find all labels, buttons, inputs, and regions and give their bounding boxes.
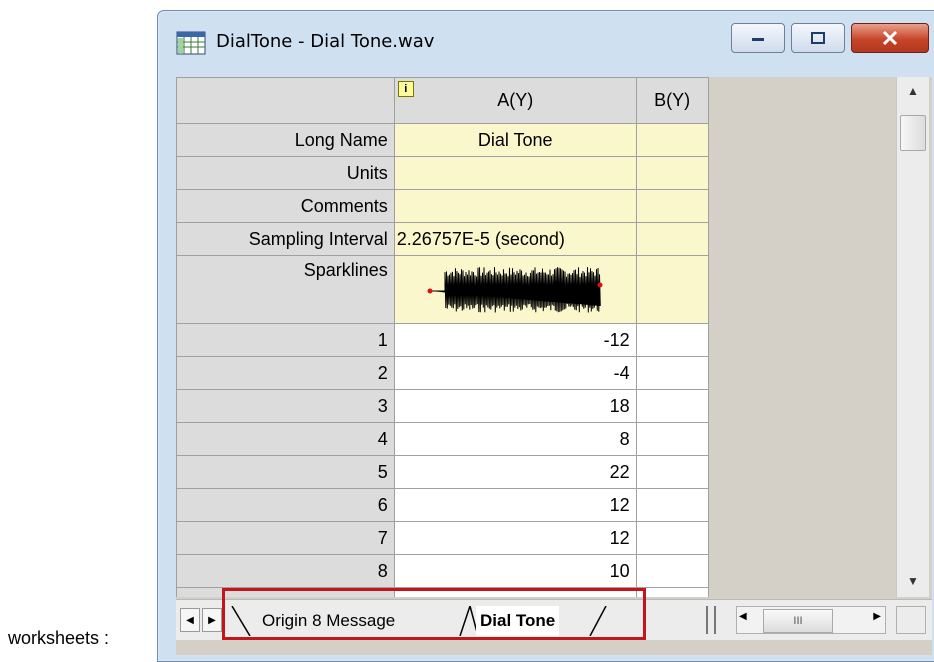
cell-long-name-a[interactable]: Dial Tone bbox=[393, 123, 637, 157]
cell-b-2[interactable] bbox=[635, 356, 709, 390]
row-header-7[interactable]: 7 bbox=[176, 521, 395, 555]
worksheet-grid: i A(Y) B(Y) Long Name Dial Tone Units Co… bbox=[176, 77, 894, 597]
cell-a-8[interactable]: 10 bbox=[393, 554, 637, 588]
window-title: DialTone - Dial Tone.wav bbox=[216, 31, 435, 52]
cell-comments-b[interactable] bbox=[635, 189, 709, 223]
row-header-5[interactable]: 5 bbox=[176, 455, 395, 489]
splitter-handle[interactable] bbox=[706, 606, 716, 634]
minimize-icon bbox=[752, 38, 764, 41]
empty-area bbox=[708, 77, 894, 124]
corner-header[interactable] bbox=[176, 77, 395, 124]
cell-b-4[interactable] bbox=[635, 422, 709, 456]
cell-b-5[interactable] bbox=[635, 455, 709, 489]
close-button[interactable] bbox=[851, 23, 929, 53]
row-header-2[interactable]: 2 bbox=[176, 356, 395, 390]
row-header-4[interactable]: 4 bbox=[176, 422, 395, 456]
title-bar[interactable]: DialTone - Dial Tone.wav bbox=[158, 11, 934, 71]
sparkline-waveform bbox=[427, 267, 603, 313]
cell-b-6[interactable] bbox=[635, 488, 709, 522]
row-header-3[interactable]: 3 bbox=[176, 389, 395, 423]
cell-units-a[interactable] bbox=[393, 156, 637, 190]
worksheets-caption: worksheets : bbox=[8, 628, 110, 648]
close-icon bbox=[882, 30, 898, 46]
row-header-1[interactable]: 1 bbox=[176, 323, 395, 357]
maximize-icon bbox=[811, 32, 825, 44]
vertical-scroll-thumb[interactable] bbox=[900, 115, 926, 151]
row-label-sampling-interval[interactable]: Sampling Interval bbox=[176, 222, 395, 256]
cell-b-9[interactable] bbox=[635, 587, 709, 597]
column-header-b-label: B(Y) bbox=[654, 90, 691, 110]
cell-comments-a[interactable] bbox=[393, 189, 637, 223]
cell-b-8[interactable] bbox=[635, 554, 709, 588]
tab-scroll-left-icon[interactable]: ◀ bbox=[180, 608, 200, 632]
cell-a-2[interactable]: -4 bbox=[393, 356, 637, 390]
cell-a-4[interactable]: 8 bbox=[393, 422, 637, 456]
cell-b-3[interactable] bbox=[635, 389, 709, 423]
row-header-8[interactable]: 8 bbox=[176, 554, 395, 588]
worksheet-window: DialTone - Dial Tone.wav i A(Y) B(Y) Lon… bbox=[157, 10, 934, 662]
horizontal-scrollbar[interactable]: ◀ III ▶ bbox=[736, 606, 886, 634]
cell-a-7[interactable]: 12 bbox=[393, 521, 637, 555]
cell-long-name-b[interactable] bbox=[635, 123, 709, 157]
column-header-a-label: A(Y) bbox=[497, 90, 534, 110]
cell-b-7[interactable] bbox=[635, 521, 709, 555]
row-label-units[interactable]: Units bbox=[176, 156, 395, 190]
cell-sampling-interval-a[interactable]: 2.26757E-5 (second) bbox=[393, 222, 637, 256]
cell-b-1[interactable] bbox=[635, 323, 709, 357]
row-label-sparklines[interactable]: Sparklines bbox=[176, 255, 395, 324]
vertical-scrollbar[interactable]: ▲ ▼ bbox=[896, 77, 929, 597]
scroll-right-arrow-icon[interactable]: ▶ bbox=[873, 611, 881, 622]
column-header-b[interactable]: B(Y) bbox=[635, 77, 709, 124]
cell-a-6[interactable]: 12 bbox=[393, 488, 637, 522]
scroll-up-arrow-icon[interactable]: ▲ bbox=[897, 77, 929, 105]
row-header-6[interactable]: 6 bbox=[176, 488, 395, 522]
cell-sparkline-b[interactable] bbox=[635, 255, 709, 324]
worksheet-grid-icon bbox=[176, 31, 206, 55]
column-header-a[interactable]: i A(Y) bbox=[393, 77, 637, 124]
cell-units-b[interactable] bbox=[635, 156, 709, 190]
cell-sparkline-a[interactable] bbox=[393, 255, 637, 324]
tab-scroll-right-icon[interactable]: ▶ bbox=[202, 608, 222, 632]
row-label-comments[interactable]: Comments bbox=[176, 189, 395, 223]
cell-a-1[interactable]: -12 bbox=[393, 323, 637, 357]
scroll-left-arrow-icon[interactable]: ◀ bbox=[739, 611, 747, 622]
scroll-down-arrow-icon[interactable]: ▼ bbox=[897, 567, 929, 595]
worksheet-client: i A(Y) B(Y) Long Name Dial Tone Units Co… bbox=[176, 77, 932, 655]
minimize-button[interactable] bbox=[731, 23, 785, 53]
horizontal-scroll-thumb[interactable]: III bbox=[763, 609, 833, 633]
cell-a-5[interactable]: 22 bbox=[393, 455, 637, 489]
worksheet-table: i A(Y) B(Y) Long Name Dial Tone Units Co… bbox=[176, 77, 894, 597]
maximize-button[interactable] bbox=[791, 23, 845, 53]
resize-grip-icon[interactable] bbox=[896, 606, 926, 634]
tabs-highlight-box bbox=[222, 588, 646, 640]
cell-sampling-interval-b[interactable] bbox=[635, 222, 709, 256]
info-icon[interactable]: i bbox=[397, 81, 414, 97]
row-label-long-name[interactable]: Long Name bbox=[176, 123, 395, 157]
cell-a-3[interactable]: 18 bbox=[393, 389, 637, 423]
